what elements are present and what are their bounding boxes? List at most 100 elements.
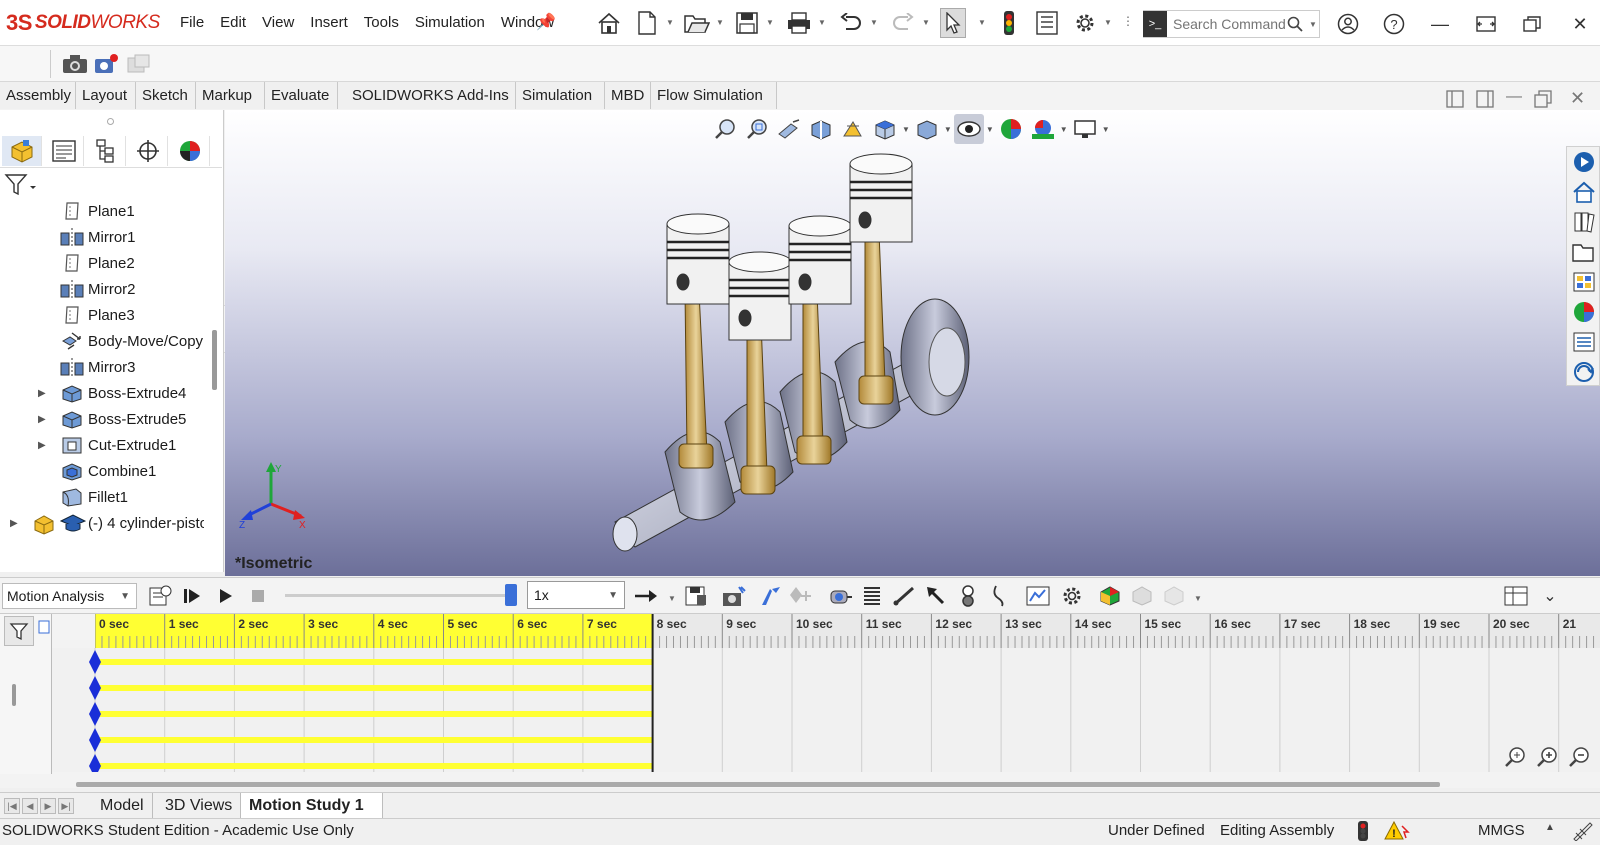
record-video-icon[interactable]: [92, 49, 122, 79]
tab-flow-simulation[interactable]: Flow Simulation: [651, 82, 777, 109]
motion-tree-collapse-icon[interactable]: [38, 620, 50, 634]
apply-scene-dropdown-icon[interactable]: ▼: [1060, 125, 1068, 134]
redo-icon[interactable]: [888, 8, 918, 38]
display-style-dropdown-icon[interactable]: ▼: [944, 125, 952, 134]
pin-menu-icon[interactable]: 📌: [536, 12, 556, 32]
study-type-select[interactable]: Motion Analysis ▼: [2, 583, 137, 609]
last-tab-icon[interactable]: ▶|: [58, 798, 74, 814]
apply-scene-icon[interactable]: [1028, 114, 1058, 144]
print-dropdown-icon[interactable]: ▼: [818, 18, 826, 28]
viewport-tile-right-icon[interactable]: [1476, 90, 1496, 110]
tree-filter-icon[interactable]: [4, 172, 40, 200]
hide-show-items-icon[interactable]: [953, 114, 984, 144]
home-icon[interactable]: [594, 8, 624, 38]
menu-edit[interactable]: Edit: [212, 12, 254, 33]
results-plots-icon[interactable]: [1024, 583, 1052, 609]
view-settings-dropdown-icon[interactable]: ▼: [1102, 125, 1110, 134]
feature-tree-tab-icon[interactable]: [2, 136, 42, 166]
menu-view[interactable]: View: [254, 12, 302, 33]
save-animation-icon[interactable]: [682, 583, 710, 609]
tree-item-boss-extrude5[interactable]: ▶ Boss-Extrude5: [0, 406, 210, 432]
viewport-close-icon[interactable]: ✕: [1570, 88, 1590, 108]
menu-file[interactable]: File: [172, 12, 212, 33]
command-search-box[interactable]: >_ ▼: [1143, 10, 1320, 38]
menu-tools[interactable]: Tools: [356, 12, 407, 33]
search-dropdown-icon[interactable]: ▼: [1309, 20, 1317, 29]
undo-dropdown-icon[interactable]: ▼: [870, 18, 878, 28]
playback-mode-icon[interactable]: [632, 583, 660, 609]
configuration-manager-tab-icon[interactable]: [86, 136, 126, 166]
file-properties-icon[interactable]: [1032, 8, 1062, 38]
print-icon[interactable]: [784, 8, 814, 38]
tab-markup[interactable]: Markup: [196, 82, 265, 109]
viewport-tile-left-icon[interactable]: [1446, 90, 1466, 110]
dynamic-annotation-icon[interactable]: [838, 114, 868, 144]
options-gear-icon[interactable]: [1070, 8, 1100, 38]
force-icon[interactable]: [922, 583, 950, 609]
new-document-icon[interactable]: [632, 8, 662, 38]
tree-item-mirror1[interactable]: Mirror1: [0, 224, 210, 250]
display-manager-tab-icon[interactable]: [170, 136, 210, 166]
tree-item-mirror3[interactable]: Mirror3: [0, 354, 210, 380]
tree-item-combine1[interactable]: Combine1: [0, 458, 210, 484]
more-commands-icon[interactable]: ⋮: [1122, 14, 1134, 28]
previous-view-icon[interactable]: [774, 114, 804, 144]
tab-assembly[interactable]: Assembly: [0, 82, 76, 109]
timeline-tracks[interactable]: [52, 648, 1600, 772]
view-settings-icon[interactable]: [1070, 114, 1100, 144]
tree-item-mirror2[interactable]: Mirror2: [0, 276, 210, 302]
customize-status-icon[interactable]: [1572, 821, 1594, 844]
edit-appearance-icon[interactable]: [996, 114, 1026, 144]
options-dropdown-icon[interactable]: ▼: [1104, 18, 1112, 28]
tree-item-fillet1[interactable]: Fillet1: [0, 484, 210, 510]
add-update-key-icon[interactable]: [788, 583, 816, 609]
open-dropdown-icon[interactable]: ▼: [716, 18, 724, 28]
tree-item-plane2[interactable]: Plane2: [0, 250, 210, 276]
spring-icon[interactable]: [858, 583, 886, 609]
design-library-icon[interactable]: [1570, 209, 1598, 235]
crankshaft-piston-model[interactable]: [595, 152, 1015, 552]
timeline-horizontal-scrollbar[interactable]: [76, 782, 1440, 787]
search-input[interactable]: [1173, 16, 1285, 32]
previous-tab-icon[interactable]: ◀: [22, 798, 38, 814]
motor-icon[interactable]: [826, 583, 854, 609]
expand-arrow-icon[interactable]: ▶: [38, 414, 48, 425]
section-view-icon[interactable]: [806, 114, 836, 144]
damper-icon[interactable]: [890, 583, 918, 609]
tab-3d-views[interactable]: 3D Views: [157, 793, 242, 818]
solidworks-resources-icon[interactable]: [1570, 149, 1598, 175]
dimxpert-manager-tab-icon[interactable]: [128, 136, 168, 166]
contact-icon[interactable]: [954, 583, 982, 609]
restore-split-icon[interactable]: [1468, 10, 1504, 38]
property-manager-tab-icon[interactable]: [44, 136, 84, 166]
graphics-area[interactable]: ▼ ▼ ▼ ▼ ▼ Y X Z *Isometric: [225, 110, 1600, 576]
display-style-icon[interactable]: [912, 114, 942, 144]
play-from-start-icon[interactable]: [178, 583, 206, 609]
home-tab-icon[interactable]: [1570, 179, 1598, 205]
motion-tree-filter-icon[interactable]: [4, 616, 34, 646]
view-orientation-icon[interactable]: [870, 114, 900, 144]
timeline-view-options-icon[interactable]: [1502, 583, 1530, 609]
tab-motion-study-1[interactable]: Motion Study 1: [241, 793, 383, 818]
user-account-icon[interactable]: [1330, 10, 1366, 38]
playback-slider-track[interactable]: [285, 594, 510, 597]
menu-insert[interactable]: Insert: [302, 12, 356, 33]
tree-item-4-cylinder-piston[interactable]: ▶ (-) 4 cylinder-piston: [0, 510, 210, 536]
tree-item-boss-extrude4[interactable]: ▶ Boss-Extrude4: [0, 380, 210, 406]
first-tab-icon[interactable]: |◀: [4, 798, 20, 814]
gravity-icon[interactable]: [986, 583, 1014, 609]
minimize-window-icon[interactable]: —: [1422, 10, 1458, 38]
viewport-restore-icon[interactable]: [1534, 90, 1554, 110]
tab-simulation[interactable]: Simulation: [516, 82, 605, 109]
close-window-icon[interactable]: ✕: [1562, 10, 1598, 38]
autokey-icon[interactable]: [756, 583, 784, 609]
zoom-in-timeline-icon[interactable]: [1534, 744, 1560, 770]
view-palette-icon[interactable]: [1570, 269, 1598, 295]
collapse-motion-manager-icon[interactable]: ⌄: [1536, 583, 1564, 609]
undo-icon[interactable]: [836, 8, 866, 38]
tree-item-plane1[interactable]: Plane1: [0, 198, 210, 224]
tree-item-cut-extrude1[interactable]: ▶ Cut-Extrude1: [0, 432, 210, 458]
warning-icon[interactable]: !: [1384, 820, 1410, 845]
next-tab-icon[interactable]: ▶: [40, 798, 56, 814]
solidworks-forum-icon[interactable]: [1570, 359, 1598, 385]
